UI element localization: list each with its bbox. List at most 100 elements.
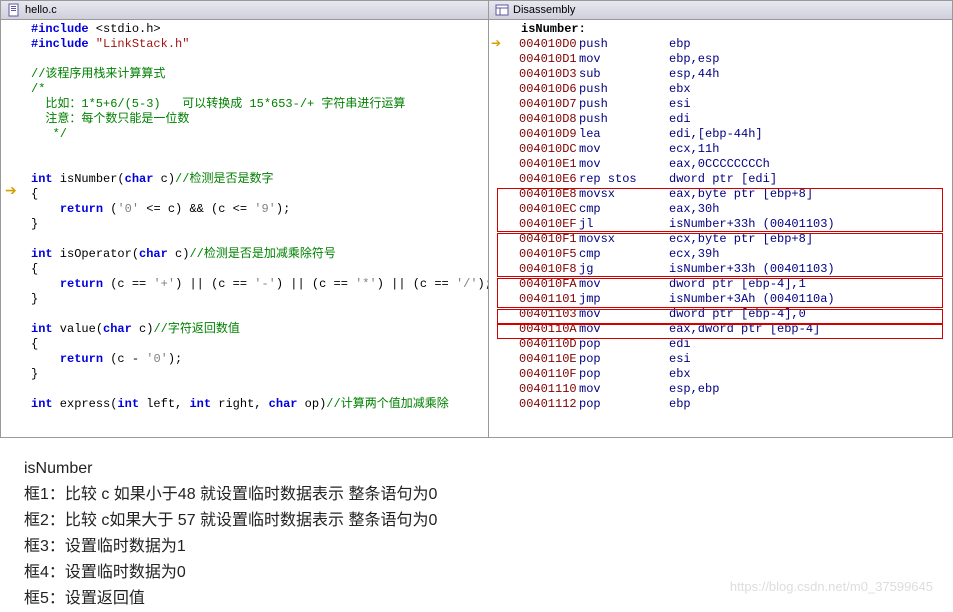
disasm-row[interactable]: 004010D1movebp,esp bbox=[489, 52, 952, 67]
kw-int-4: int bbox=[31, 397, 53, 411]
disasm-row[interactable]: 004010EFjlisNumber+33h (00401103) bbox=[489, 217, 952, 232]
disasm-row[interactable]: 004010D9leaedi,[ebp-44h] bbox=[489, 127, 952, 142]
disasm-row[interactable]: 00401101jmpisNumber+3Ah (0040110a) bbox=[489, 292, 952, 307]
disasm-tab-title-bar[interactable]: Disassembly bbox=[489, 1, 952, 20]
below-line-1: isNumber bbox=[24, 456, 953, 482]
disasm-function-label: isNumber: bbox=[489, 22, 952, 37]
fn2-name: isOperator( bbox=[53, 247, 139, 261]
disasm-row[interactable]: 004010ECcmpeax,30h bbox=[489, 202, 952, 217]
kw-int-2: int bbox=[31, 247, 53, 261]
disasm-address: 004010E6 bbox=[499, 172, 579, 187]
kw-char-2: char bbox=[139, 247, 168, 261]
disasm-operands: ecx,byte ptr [ebp+8] bbox=[669, 232, 813, 247]
disasm-operands: eax,30h bbox=[669, 202, 719, 217]
disasm-opcode: mov bbox=[579, 277, 669, 292]
disasm-opcode: jmp bbox=[579, 292, 669, 307]
disasm-row[interactable]: 004010D8pushedi bbox=[489, 112, 952, 127]
disasm-address: 004010F5 bbox=[499, 247, 579, 262]
disasm-row[interactable]: 004010D3subesp,44h bbox=[489, 67, 952, 82]
disasm-row[interactable]: 004010E8movsxeax,byte ptr [ebp+8] bbox=[489, 187, 952, 202]
disasm-row[interactable]: 004010DCmovecx,11h bbox=[489, 142, 952, 157]
below-line-2: 框1：比较 c 如果小于48 就设置临时数据表示 整条语句为0 bbox=[24, 482, 953, 508]
fn1-name: isNumber( bbox=[53, 172, 125, 186]
disasm-opcode: movsx bbox=[579, 187, 669, 202]
disasm-operands: isNumber+33h (00401103) bbox=[669, 262, 835, 277]
disasm-operands: ecx,11h bbox=[669, 142, 719, 157]
execution-arrow-icon: ➔ bbox=[5, 185, 17, 200]
kw-int-4c: int bbox=[189, 397, 211, 411]
disasm-operands: ebp,esp bbox=[669, 52, 719, 67]
disasm-operands: esp,ebp bbox=[669, 382, 719, 397]
comment-5: */ bbox=[31, 127, 67, 141]
code-tab-title-bar[interactable]: hello.c bbox=[1, 1, 488, 20]
disasm-operands: esp,44h bbox=[669, 67, 719, 82]
char-minus: '-' bbox=[254, 277, 276, 291]
disasm-address: 004010E8 bbox=[499, 187, 579, 202]
file-icon bbox=[7, 3, 21, 17]
disasm-opcode: push bbox=[579, 97, 669, 112]
disasm-address: 0040110F bbox=[499, 367, 579, 382]
disasm-address: 004010D0 bbox=[499, 37, 579, 52]
disasm-address: 004010D3 bbox=[499, 67, 579, 82]
disasm-row[interactable]: 004010D7pushesi bbox=[489, 97, 952, 112]
disasm-opcode: sub bbox=[579, 67, 669, 82]
disasm-row[interactable]: 004010F5cmpecx,39h bbox=[489, 247, 952, 262]
disasm-row[interactable]: 004010F1movsxecx,byte ptr [ebp+8] bbox=[489, 232, 952, 247]
fn1-rest: c) bbox=[153, 172, 175, 186]
kw-int-1: int bbox=[31, 172, 53, 186]
disasm-opcode: jg bbox=[579, 262, 669, 277]
char-9: '9' bbox=[254, 202, 276, 216]
disasm-row[interactable]: 00401103movdword ptr [ebp-4],0 bbox=[489, 307, 952, 322]
char-0a: '0' bbox=[117, 202, 139, 216]
kw-return-2: return bbox=[60, 277, 103, 291]
execution-arrow-icon: ➔ bbox=[491, 37, 501, 52]
disassembly-view[interactable]: isNumber: ➔004010D0pushebp004010D1movebp… bbox=[489, 20, 952, 437]
disasm-address: 004010EF bbox=[499, 217, 579, 232]
disasm-row[interactable]: 004010D6pushebx bbox=[489, 82, 952, 97]
disasm-address: 004010D7 bbox=[499, 97, 579, 112]
disasm-operands: eax,dword ptr [ebp-4] bbox=[669, 322, 820, 337]
disasm-operands: edi,[ebp-44h] bbox=[669, 127, 763, 142]
disasm-row[interactable]: 0040110Amoveax,dword ptr [ebp-4] bbox=[489, 322, 952, 337]
disasm-row[interactable]: 004010F8jgisNumber+33h (00401103) bbox=[489, 262, 952, 277]
disasm-opcode: pop bbox=[579, 397, 669, 412]
disasm-opcode: pop bbox=[579, 367, 669, 382]
kw-return-1: return bbox=[60, 202, 103, 216]
disasm-address: 004010D6 bbox=[499, 82, 579, 97]
disasm-row[interactable]: 004010FAmovdword ptr [ebp-4],1 bbox=[489, 277, 952, 292]
disasm-operands: eax,0CCCCCCCCh bbox=[669, 157, 770, 172]
disasm-operands: esi bbox=[669, 97, 691, 112]
disasm-row[interactable]: 004010E6rep stosdword ptr [edi] bbox=[489, 172, 952, 187]
disasm-row[interactable]: 0040110Fpopebx bbox=[489, 367, 952, 382]
disasm-row[interactable]: 0040110Dpopedi bbox=[489, 337, 952, 352]
disasm-row[interactable]: 00401112popebp bbox=[489, 397, 952, 412]
disasm-row[interactable]: 004010E1moveax,0CCCCCCCCh bbox=[489, 157, 952, 172]
disasm-opcode: mov bbox=[579, 157, 669, 172]
disasm-opcode: jl bbox=[579, 217, 669, 232]
disasm-tab-title: Disassembly bbox=[513, 4, 575, 16]
disasm-operands: dword ptr [edi] bbox=[669, 172, 777, 187]
disasm-opcode: cmp bbox=[579, 247, 669, 262]
disasm-row[interactable]: 0040110Epopesi bbox=[489, 352, 952, 367]
disasm-operands: isNumber+3Ah (0040110a) bbox=[669, 292, 835, 307]
disasm-row[interactable]: ➔004010D0pushebp bbox=[489, 37, 952, 52]
pp-include-2: #include bbox=[31, 37, 89, 51]
disasm-address: 004010D8 bbox=[499, 112, 579, 127]
fn4-p2: right, bbox=[211, 397, 269, 411]
disasm-opcode: movsx bbox=[579, 232, 669, 247]
code-editor[interactable]: #include <stdio.h> #include "LinkStack.h… bbox=[1, 20, 488, 437]
disasm-address: 0040110E bbox=[499, 352, 579, 367]
disasm-row[interactable]: 00401110movesp,ebp bbox=[489, 382, 952, 397]
below-line-4: 框3：设置临时数据为1 bbox=[24, 534, 953, 560]
disasm-opcode: cmp bbox=[579, 202, 669, 217]
disasm-address: 004010E1 bbox=[499, 157, 579, 172]
disasm-address: 00401101 bbox=[499, 292, 579, 307]
brace-1-close: } bbox=[31, 217, 38, 231]
kw-char-3: char bbox=[103, 322, 132, 336]
disasm-operands: eax,byte ptr [ebp+8] bbox=[669, 187, 813, 202]
disasm-opcode: push bbox=[579, 37, 669, 52]
comment-4: 注意：每个数只能是一位数 bbox=[31, 112, 189, 126]
brace-3-open: { bbox=[31, 337, 38, 351]
disasm-address: 004010EC bbox=[499, 202, 579, 217]
comment-2: /* bbox=[31, 82, 45, 96]
